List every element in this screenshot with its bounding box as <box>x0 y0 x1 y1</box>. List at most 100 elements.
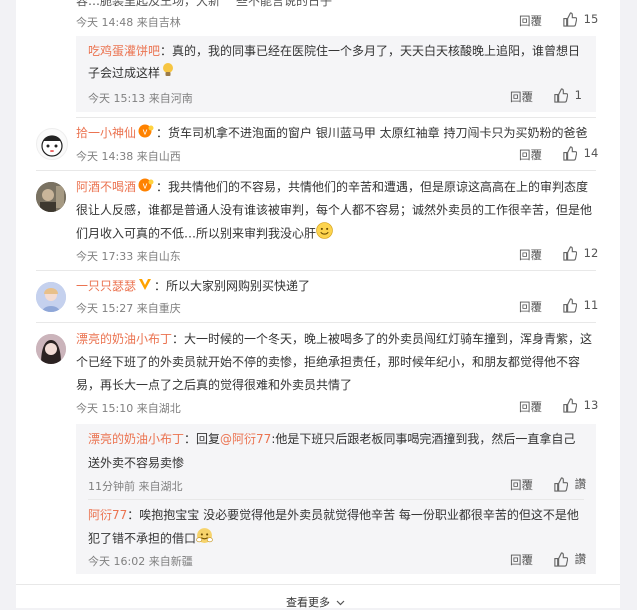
reply-text: ：唉抱抱宝宝 没必要觉得他是外卖员就觉得他辛苦 每一份职业都很辛苦的但这不是他 <box>127 508 579 522</box>
like-label: 讚 <box>574 477 587 491</box>
thumbs-up-icon <box>563 246 577 261</box>
sub-reply-line2: 犯了错不承担的借口 <box>88 527 213 551</box>
reply-button[interactable]: 回覆 <box>519 13 542 29</box>
comment-line3: 们月收入可真的不低…所以别来审判我没心肝 <box>76 222 333 246</box>
comment-text: ：货车司机拿不进泡面的窗户 银川蓝马甲 太原红袖章 持刀闯卡只为买奶粉的爸爸 <box>156 126 588 140</box>
thumbs-up-icon <box>563 146 577 161</box>
verified-v-icon <box>138 276 152 298</box>
svg-text:v: v <box>143 180 148 190</box>
avatar-photo-icon <box>36 182 66 212</box>
comment-text: ：大一时候的一个冬天，晚上被喝多了的外卖员闯红灯骑车撞到，浑身青紫，这 <box>172 332 593 346</box>
comment-text: ：所以大家别网购别买快递了 <box>154 279 311 293</box>
like-count: 1 <box>574 88 582 102</box>
comment-text-cont: 们月收入可真的不低…所以别来审判我没心肝 <box>76 226 317 241</box>
reply-button[interactable]: 回覆 <box>519 247 542 263</box>
thumbs-up-icon <box>563 298 577 313</box>
comment-time: 今天 17:33 来自山东 <box>76 250 181 263</box>
like-button[interactable]: 1 <box>553 88 582 103</box>
comment-line1: 漂亮的奶油小布丁：大一时候的一个冬天，晚上被喝多了的外卖员闯红灯骑车撞到，浑身青… <box>76 328 592 350</box>
reply-button[interactable]: 回覆 <box>510 552 533 568</box>
like-button[interactable]: 12 <box>562 246 598 261</box>
sub-reply-box: 漂亮的奶油小布丁：回复@阿衍77:他是下班只后跟老板同事喝完酒撞到我，然后一直拿… <box>76 424 596 574</box>
like-button[interactable]: 14 <box>562 146 598 161</box>
sub-reply-line1: 吃鸡蛋灌饼吧：真的，我的同事已经在医院住一个多月了，天天白天核酸晚上追阳，谁曾想… <box>88 40 580 62</box>
comment-text-tail: 些不能言说的日子 <box>236 0 333 8</box>
username-link[interactable]: 拾一小神仙 <box>76 126 136 140</box>
reply-time: 11分钟前 来自湖北 <box>88 480 183 493</box>
thumbs-up-icon <box>554 88 568 103</box>
username-link[interactable]: 漂亮的奶油小布丁 <box>88 432 184 446</box>
comment-line2: 个已经下班了的外卖员就开始不停的卖惨，拒绝承担责任，那时候年纪小，和朋友都觉得他… <box>76 355 581 369</box>
divider <box>36 270 596 271</box>
reply-time: 今天 15:13 来自河南 <box>88 92 193 105</box>
like-button[interactable]: 13 <box>562 398 598 413</box>
username-link[interactable]: 吃鸡蛋灌饼吧 <box>88 44 160 58</box>
like-count: 12 <box>583 246 599 260</box>
avatar[interactable] <box>36 334 66 364</box>
lightbulb-emoji-icon <box>160 62 176 85</box>
sub-reply-line1: 阿衍77：唉抱抱宝宝 没必要觉得他是外卖员就觉得他辛苦 每一份职业都很辛苦的但这… <box>88 504 579 526</box>
comment-line1: 拾一小神仙 v ：货车司机拿不进泡面的窗户 银川蓝马甲 太原红袖章 持刀闯卡只为买奶… <box>76 122 587 145</box>
thumbs-up-icon <box>563 398 577 413</box>
avatar-photo-icon <box>36 334 66 364</box>
thumbs-up-icon <box>554 477 568 492</box>
comment-time: 今天 15:10 来自湖北 <box>76 402 181 415</box>
reply-text: ：真的，我的同事已经在医院住一个多月了，天天白天核酸晚上追阳，谁曾想日 <box>160 44 581 58</box>
view-more-label: 查看更多 <box>286 596 330 609</box>
thumbs-up-icon <box>554 552 568 567</box>
comment-line2: 很让人反感，谁都是普通人没有谁该被审判，每个人都不容易；诚然外卖员的工作很辛苦，… <box>76 203 593 217</box>
like-button[interactable]: 讚 <box>553 476 586 492</box>
divider <box>16 584 620 585</box>
avatar[interactable] <box>36 182 66 212</box>
reply-button[interactable]: 回覆 <box>510 477 533 493</box>
reply-text-cont: 犯了错不承担的借口 <box>88 531 197 546</box>
reply-button[interactable]: 回覆 <box>519 299 542 315</box>
comment-time: 今天 14:48 来自吉林 <box>76 16 181 29</box>
like-button[interactable]: 讚 <box>553 551 586 567</box>
avatar-photo-icon <box>36 282 66 312</box>
reply-text-cont: 子会过成这样 <box>88 66 161 80</box>
like-button[interactable]: 15 <box>562 12 598 27</box>
comment-text: 容…脆装里起及王场，大新 <box>76 0 221 8</box>
username-link[interactable]: 漂亮的奶油小布丁 <box>76 332 172 346</box>
like-count: 13 <box>583 398 599 412</box>
comment-line1: 一只只瑟瑟 ：所以大家别网购别买快递了 <box>76 275 310 298</box>
reply-text: :他是下班只后跟老板同事喝完酒撞到我，然后一直拿自己 <box>271 432 576 446</box>
like-count: 15 <box>583 12 599 26</box>
divider <box>76 117 596 118</box>
vip-badge-icon: v <box>138 123 154 145</box>
comment-line3: 易，再长大一点了之后真的觉得很难和外卖员共情了 <box>76 378 353 392</box>
vip-badge-icon: v <box>138 177 154 199</box>
smile-emoji-icon <box>316 222 333 246</box>
username-link[interactable]: 阿衍77 <box>88 508 127 522</box>
comment-time: 今天 14:38 来自山西 <box>76 150 181 163</box>
like-button[interactable]: 11 <box>562 298 598 313</box>
reply-button[interactable]: 回覆 <box>519 399 542 415</box>
username-link[interactable]: 一只只瑟瑟 <box>76 279 136 293</box>
comment-panel: 容…脆装里起及王场，大新 些不能言说的日子 今天 14:48 来自吉林 回覆 15… <box>16 0 620 609</box>
comment-text-fragment: 容…脆装里起及王场，大新 些不能言说的日子 <box>76 0 332 12</box>
username-link[interactable]: 阿酒不喝酒 <box>76 180 136 194</box>
reply-time: 今天 16:02 来自新疆 <box>88 555 193 568</box>
like-label: 讚 <box>574 552 587 566</box>
hug-emoji-icon <box>196 527 213 551</box>
like-count: 11 <box>583 298 599 312</box>
like-count: 14 <box>583 146 599 160</box>
mention-link[interactable]: @阿衍77 <box>220 432 271 446</box>
avatar-face-icon <box>41 135 63 157</box>
chevron-down-icon <box>336 600 344 606</box>
divider <box>36 170 596 171</box>
sub-reply-line1: 漂亮的奶油小布丁：回复@阿衍77:他是下班只后跟老板同事喝完酒撞到我，然后一直拿… <box>88 428 575 450</box>
reply-prefix: ：回复 <box>184 432 221 446</box>
avatar[interactable] <box>36 128 68 160</box>
avatar[interactable] <box>36 282 66 312</box>
comment-text: ：我共情他们的不容易，共情他们的辛苦和遭遇，但是原谅这高高在上的审判态度 <box>156 180 589 194</box>
sub-reply-box: 吃鸡蛋灌饼吧：真的，我的同事已经在医院住一个多月了，天天白天核酸晚上追阳，谁曾想… <box>76 36 596 112</box>
reply-button[interactable]: 回覆 <box>519 147 542 163</box>
sub-reply-line2: 子会过成这样 <box>88 62 176 85</box>
svg-text:v: v <box>143 126 148 136</box>
comment-line1: 阿酒不喝酒 v ：我共情他们的不容易，共情他们的辛苦和遭遇，但是原谅这高高在上的审判… <box>76 176 588 199</box>
reply-button[interactable]: 回覆 <box>510 89 533 105</box>
comment-time: 今天 15:27 来自重庆 <box>76 302 181 315</box>
divider <box>88 499 584 500</box>
